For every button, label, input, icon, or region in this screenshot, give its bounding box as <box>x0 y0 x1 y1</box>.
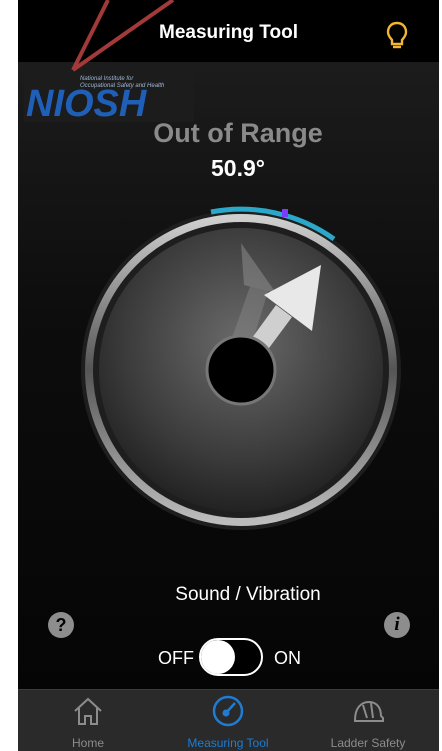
gauge-icon <box>212 695 244 727</box>
tab-measuring-tool-label: Measuring Tool <box>187 736 269 750</box>
sound-vibration-label: Sound / Vibration <box>175 584 321 605</box>
tab-home-label: Home <box>71 736 104 750</box>
info-icon[interactable]: i <box>384 612 410 638</box>
tab-measuring-tool[interactable]: Measuring Tool <box>178 690 278 751</box>
app-screen: Measuring Tool National Institute for Oc… <box>18 0 439 751</box>
angle-marker <box>282 209 288 217</box>
range-status: Out of Range <box>153 118 323 148</box>
toggle-on-label: ON <box>274 648 301 668</box>
sound-vibration-switch[interactable] <box>199 638 263 676</box>
tab-ladder-safety[interactable]: Ladder Safety <box>318 690 418 751</box>
home-icon <box>74 697 102 725</box>
logo-wordmark: NIOSH <box>26 83 148 122</box>
tab-ladder-safety-label: Ladder Safety <box>330 736 406 750</box>
angle-readout: 50.9° <box>211 155 265 181</box>
hard-hat-icon <box>354 700 384 722</box>
sound-toggle-row: OFF ON <box>18 636 439 676</box>
toggle-off-label: OFF <box>158 648 194 668</box>
tab-home[interactable]: Home <box>38 690 138 751</box>
annotation-arrow <box>71 0 175 72</box>
help-icon[interactable]: ? <box>48 612 74 638</box>
angle-dial <box>81 206 401 530</box>
switch-knob[interactable] <box>201 640 235 674</box>
left-margin <box>0 0 18 751</box>
tab-bar: Home Measuring Tool Ladder Safety <box>18 689 439 751</box>
